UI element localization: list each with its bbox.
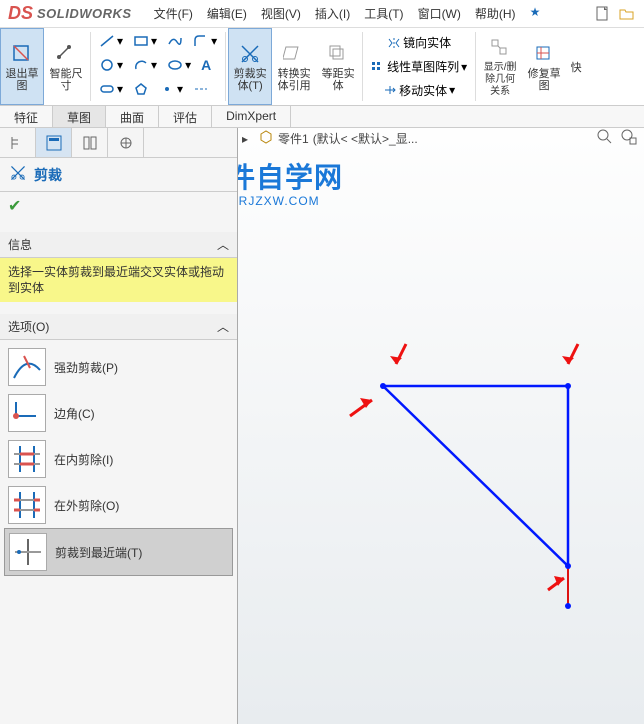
menu-insert[interactable]: 插入(I) [309, 1, 356, 26]
annotation-arrow [350, 398, 372, 416]
menubar: 文件(F) 编辑(E) 视图(V) 插入(I) 工具(T) 窗口(W) 帮助(H… [148, 1, 547, 26]
panel-tab-icons [0, 128, 237, 158]
trim-icon [238, 42, 262, 66]
line-tool-icon[interactable]: ▾ [95, 30, 127, 52]
opt-trim-inside[interactable]: 在内剪除(I) [4, 436, 233, 482]
exit-sketch-button[interactable]: 退出草 图 [0, 28, 44, 105]
tab-dimxpert[interactable]: DimXpert [212, 106, 291, 127]
quick-button[interactable]: 快 [566, 28, 586, 105]
menu-tools[interactable]: 工具(T) [358, 1, 409, 26]
annotation-arrow [562, 344, 578, 364]
opt-power-trim[interactable]: 强劲剪裁(P) [4, 344, 233, 390]
repair-icon [532, 42, 556, 66]
sketch-triangle[interactable] [383, 386, 568, 566]
centerline-tool-icon[interactable] [189, 78, 213, 100]
pm-options-header[interactable]: 选项(O) ︿ [0, 314, 237, 340]
trim-header-icon [8, 164, 28, 185]
trim-inside-icon [8, 440, 46, 478]
annotation-arrow [548, 576, 564, 590]
chevron-up-icon: ︿ [217, 318, 229, 335]
rect-tool-icon[interactable]: ▾ [129, 30, 161, 52]
smart-dimension-icon [54, 42, 78, 66]
menu-pin-icon[interactable]: ★ [524, 1, 547, 26]
quick-access-bar [594, 5, 644, 23]
trim-entities-button[interactable]: 剪裁实 体(T) [228, 28, 272, 105]
sketch-geometry [238, 128, 644, 724]
config-tab-icon[interactable] [72, 128, 108, 157]
tab-feature[interactable]: 特征 [0, 106, 53, 127]
trim-nearest-icon [9, 533, 47, 571]
titlebar: DS SOLIDWORKS 文件(F) 编辑(E) 视图(V) 插入(I) 工具… [0, 0, 644, 28]
opt-corner[interactable]: 边角(C) [4, 390, 233, 436]
property-manager-tab-icon[interactable] [36, 128, 72, 157]
pm-title: 剪裁 [34, 165, 62, 185]
new-doc-icon[interactable] [594, 5, 612, 23]
menu-file[interactable]: 文件(F) [148, 1, 199, 26]
trim-outside-icon [8, 486, 46, 524]
property-manager-panel: 剪裁 ✔ 信息 ︿ 选择一实体剪裁到最近端交叉实体或拖动到实体 选项(O) ︿ … [0, 128, 238, 724]
offset-icon [326, 42, 350, 66]
show-relations-button[interactable]: 显示/删 除几何 关系 [478, 28, 522, 105]
pm-info-message: 选择一实体剪裁到最近端交叉实体或拖动到实体 [0, 258, 237, 302]
pm-options-list: 强劲剪裁(P) 边角(C) 在内剪除(I) 在外剪除(O) 剪裁到最近端(T) [0, 340, 237, 580]
relations-icon [488, 36, 512, 60]
opt-trim-outside[interactable]: 在外剪除(O) [4, 482, 233, 528]
transform-group: 镜向实体 线性草图阵列▾ 移动实体▾ [365, 28, 473, 105]
ellipse-tool-icon[interactable]: ▾ [163, 54, 195, 76]
linear-pattern-button[interactable]: 线性草图阵列▾ [367, 56, 471, 78]
offset-entities-button[interactable]: 等距实 体 [316, 28, 360, 105]
power-trim-icon [8, 348, 46, 386]
annotation-arrow [390, 344, 406, 364]
spline-tool-icon[interactable] [163, 30, 187, 52]
repair-sketch-button[interactable]: 修复草 图 [522, 28, 566, 105]
convert-icon [282, 42, 306, 66]
mirror-entities-button[interactable]: 镜向实体 [367, 32, 471, 54]
point-tool-icon[interactable]: ▾ [155, 78, 187, 100]
exit-sketch-icon [10, 42, 34, 66]
menu-view[interactable]: 视图(V) [255, 1, 307, 26]
circle-tool-icon[interactable]: ▾ [95, 54, 127, 76]
slot-tool-icon[interactable]: ▾ [95, 78, 127, 100]
polygon-tool-icon[interactable] [129, 78, 153, 100]
move-entities-button[interactable]: 移动实体▾ [367, 79, 471, 101]
convert-entities-button[interactable]: 转换实 体引用 [272, 28, 316, 105]
text-tool-icon[interactable]: A [197, 54, 215, 76]
smart-dimension-button[interactable]: 智能尺 寸 [44, 28, 88, 105]
ribbon: 退出草 图 智能尺 寸 ▾ ▾ ▾ ▾ ▾ ▾ A ▾ ▾ 剪裁实 体(T) [0, 28, 644, 106]
tab-evaluate[interactable]: 评估 [159, 106, 212, 127]
app-brand: SOLIDWORKS [37, 6, 132, 21]
command-tabs: 特征 草图 曲面 评估 DimXpert [0, 106, 644, 128]
ok-check-icon[interactable]: ✔ [8, 198, 21, 215]
menu-help[interactable]: 帮助(H) [469, 1, 522, 26]
pm-confirm-row: ✔ [0, 192, 237, 220]
tab-sketch[interactable]: 草图 [53, 106, 106, 127]
pm-info-header[interactable]: 信息 ︿ [0, 232, 237, 258]
pm-header: 剪裁 [0, 158, 237, 192]
app-logo: DS SOLIDWORKS [0, 3, 140, 24]
dimxpert-tab-icon[interactable] [108, 128, 144, 157]
workspace: 剪裁 ✔ 信息 ︿ 选择一实体剪裁到最近端交叉实体或拖动到实体 选项(O) ︿ … [0, 128, 644, 724]
arc-tool-icon[interactable]: ▾ [129, 54, 161, 76]
menu-window[interactable]: 窗口(W) [412, 1, 467, 26]
fillet-tool-icon[interactable]: ▾ [189, 30, 221, 52]
tab-surface[interactable]: 曲面 [106, 106, 159, 127]
sketch-tools-group: ▾ ▾ ▾ ▾ ▾ ▾ A ▾ ▾ [93, 28, 223, 105]
opt-trim-nearest[interactable]: 剪裁到最近端(T) [4, 528, 233, 576]
graphics-canvas[interactable]: ▸ 零件1 (默认< <默认>_显... 软件自学网 WWW.RJZXW.COM [238, 128, 644, 724]
feature-tree-tab-icon[interactable] [0, 128, 36, 157]
chevron-up-icon: ︿ [217, 236, 229, 253]
menu-edit[interactable]: 编辑(E) [201, 1, 253, 26]
corner-icon [8, 394, 46, 432]
solidworks-logo-icon: DS [8, 3, 33, 24]
open-doc-icon[interactable] [618, 5, 636, 23]
